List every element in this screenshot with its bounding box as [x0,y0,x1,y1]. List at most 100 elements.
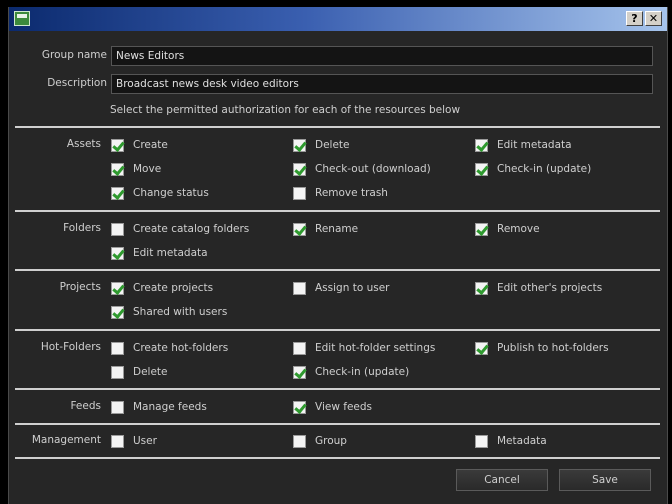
permission-assets-move[interactable]: Move [111,162,161,176]
checkbox[interactable] [293,281,306,295]
checkbox[interactable] [111,400,124,414]
section-divider [15,423,660,425]
checkbox-label: Manage feeds [133,401,207,413]
checkbox-label: Rename [315,223,359,235]
section-label-assets: Assets [66,138,101,150]
permission-hot-folders-publish-to-hot-folders[interactable]: Publish to hot-folders [475,341,609,355]
permission-assets-create[interactable]: Create [111,138,168,152]
checkbox[interactable] [111,305,124,319]
checkbox[interactable] [475,434,488,448]
checkbox-label: Shared with users [133,306,228,318]
permission-management-user[interactable]: User [111,434,157,448]
permission-hot-folders-create-hot-folders[interactable]: Create hot-folders [111,341,228,355]
permission-folders-create-catalog-folders[interactable]: Create catalog folders [111,222,249,236]
permission-projects-edit-other-s-projects[interactable]: Edit other's projects [475,281,602,295]
section-divider [15,210,660,212]
checkbox[interactable] [111,281,124,295]
section-divider [15,329,660,331]
section-divider [15,388,660,390]
permission-projects-create-projects[interactable]: Create projects [111,281,213,295]
group-name-row: Group name [9,46,667,66]
section-divider [15,126,660,128]
checkbox[interactable] [475,138,488,152]
checkbox[interactable] [111,222,124,236]
permission-projects-shared-with-users[interactable]: Shared with users [111,305,227,319]
permission-management-group[interactable]: Group [293,434,347,448]
permission-assets-remove-trash[interactable]: Remove trash [293,186,388,200]
checkbox-label: Create hot-folders [133,342,229,354]
permission-hot-folders-delete[interactable]: Delete [111,365,168,379]
checkbox-label: Delete [315,139,350,151]
save-button[interactable]: Save [559,469,651,491]
checkbox-label: Move [133,163,162,175]
checkbox-label: Edit hot-folder settings [315,342,436,354]
permission-assets-change-status[interactable]: Change status [111,186,209,200]
checkbox-label: Publish to hot-folders [497,342,609,354]
checkbox-label: Create catalog folders [133,223,250,235]
checkbox[interactable] [111,434,124,448]
checkbox[interactable] [111,365,124,379]
checkbox-label: Edit metadata [133,247,208,259]
permission-folders-remove[interactable]: Remove [475,222,540,236]
permission-hot-folders-edit-hot-folder-settings[interactable]: Edit hot-folder settings [293,341,435,355]
checkbox[interactable] [475,162,488,176]
checkbox-label: Edit metadata [497,139,572,151]
group-name-label: Group name [41,49,107,61]
checkbox[interactable] [293,222,306,236]
checkbox-label: View feeds [315,401,373,413]
checkbox[interactable] [111,341,124,355]
permission-management-metadata[interactable]: Metadata [475,434,547,448]
section-divider [15,269,660,271]
checkbox-label: Check-in (update) [497,163,592,175]
checkbox-label: Create [133,139,168,151]
permission-assets-edit-metadata[interactable]: Edit metadata [475,138,572,152]
permission-projects-assign-to-user[interactable]: Assign to user [293,281,389,295]
checkbox[interactable] [475,281,488,295]
checkbox-label: Metadata [497,435,547,447]
checkbox[interactable] [111,246,124,260]
permission-feeds-view-feeds[interactable]: View feeds [293,400,372,414]
group-name-input[interactable] [111,46,653,66]
checkbox-label: Check-in (update) [315,366,410,378]
checkbox-label: Delete [133,366,168,378]
description-row: Description [9,74,667,94]
permission-folders-rename[interactable]: Rename [293,222,358,236]
checkbox[interactable] [293,434,306,448]
checkbox[interactable] [293,400,306,414]
checkbox-label: Check-out (download) [315,163,431,175]
checkbox[interactable] [111,186,124,200]
app-icon [14,11,30,26]
section-divider [15,457,660,459]
checkbox-label: Edit other's projects [497,282,603,294]
permission-assets-check-out-download[interactable]: Check-out (download) [293,162,431,176]
checkbox-label: Remove [497,223,540,235]
permission-feeds-manage-feeds[interactable]: Manage feeds [111,400,207,414]
checkbox[interactable] [111,138,124,152]
checkbox-label: Remove trash [315,187,388,199]
close-button[interactable]: ✕ [645,11,662,26]
checkbox-label: Assign to user [315,282,390,294]
section-label-projects: Projects [59,281,101,293]
checkbox[interactable] [293,341,306,355]
title-bar[interactable]: ? ✕ [9,7,667,31]
checkbox-label: Create projects [133,282,214,294]
checkbox[interactable] [475,341,488,355]
checkbox[interactable] [293,186,306,200]
description-input[interactable] [111,74,653,94]
permission-hot-folders-check-in-update[interactable]: Check-in (update) [293,365,409,379]
checkbox-label: User [133,435,157,447]
permission-assets-check-in-update[interactable]: Check-in (update) [475,162,591,176]
checkbox[interactable] [293,138,306,152]
checkbox[interactable] [293,365,306,379]
checkbox-label: Group [315,435,347,447]
permission-folders-edit-metadata[interactable]: Edit metadata [111,246,208,260]
section-label-management: Management [31,434,101,446]
checkbox[interactable] [475,222,488,236]
checkbox[interactable] [293,162,306,176]
permission-assets-delete[interactable]: Delete [293,138,350,152]
section-label-feeds: Feeds [70,400,101,412]
section-label-folders: Folders [63,222,101,234]
checkbox[interactable] [111,162,124,176]
cancel-button[interactable]: Cancel [456,469,548,491]
help-button[interactable]: ? [626,11,643,26]
